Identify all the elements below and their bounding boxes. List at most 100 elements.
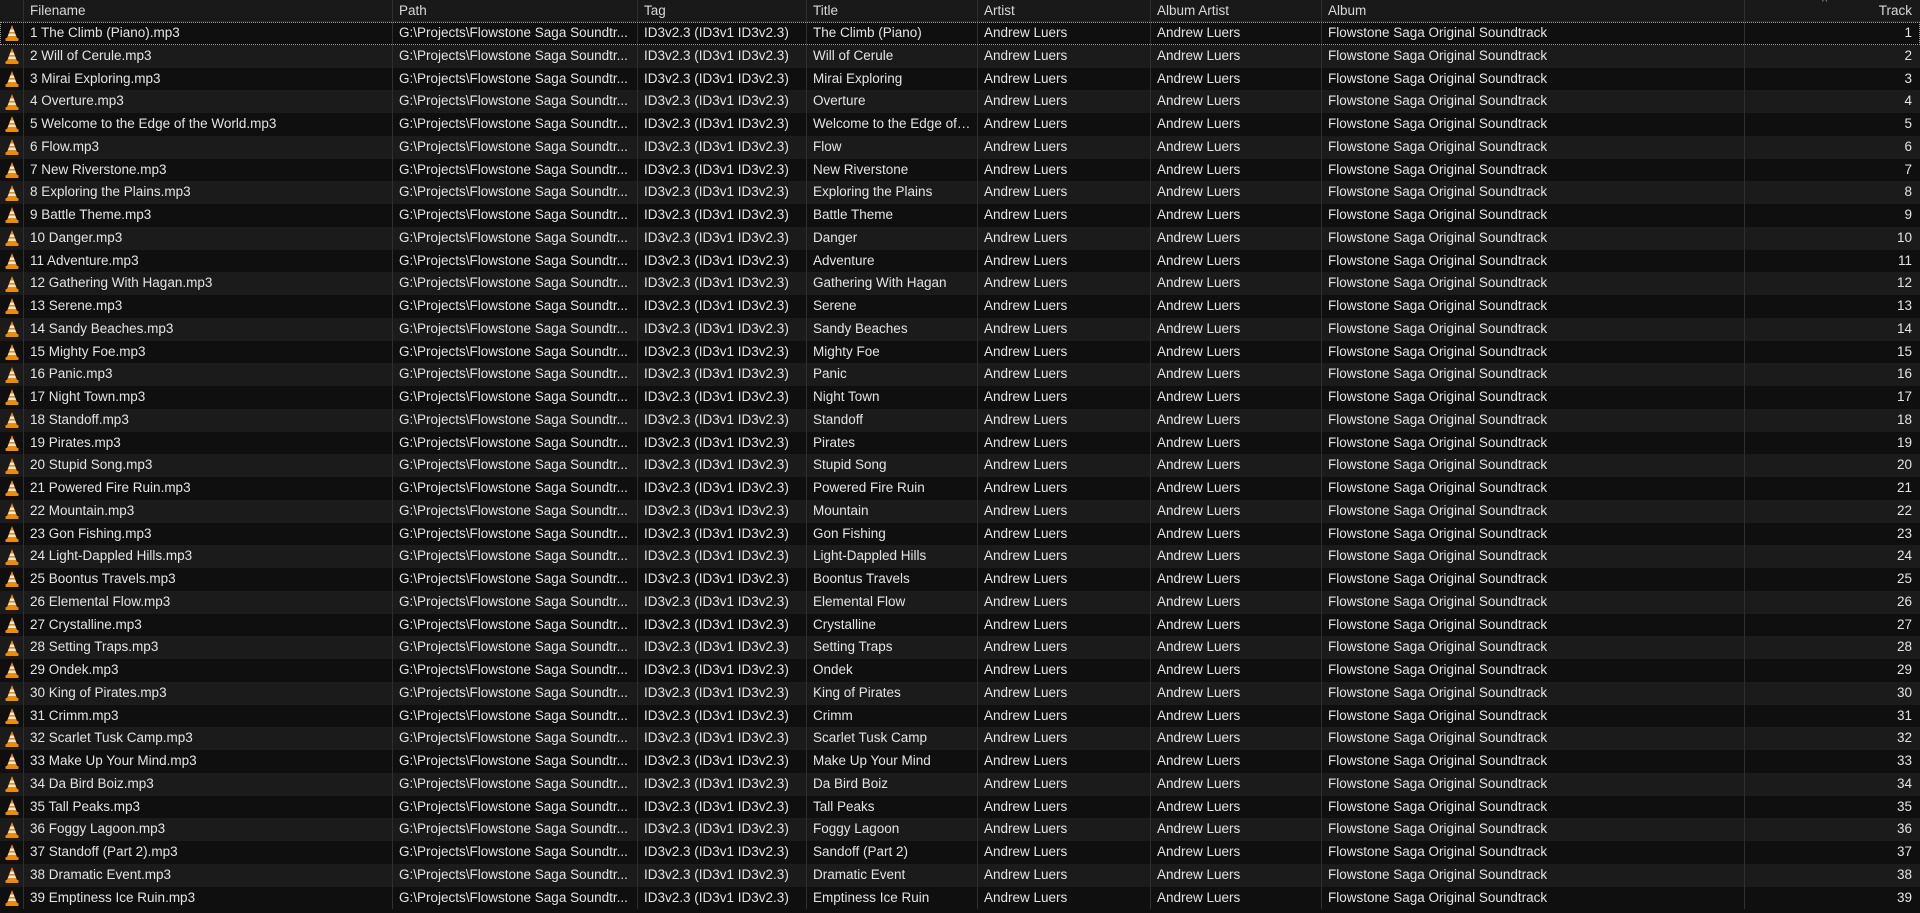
column-header-artist[interactable]: Artist [978, 0, 1151, 21]
table-row[interactable]: 5 Welcome to the Edge of the World.mp3 G:… [0, 113, 1920, 136]
table-row[interactable]: 19 Pirates.mp3 G:\Projects\Flowstone Saga… [0, 431, 1920, 455]
table-row[interactable]: 27 Crystalline.mp3 G:\Projects\Flowstone … [0, 613, 1920, 637]
table-row[interactable]: 29 Ondek.mp3 G:\Projects\Flowstone Saga S… [0, 659, 1920, 682]
table-row[interactable]: 31 Crimm.mp3 G:\Projects\Flowstone Saga S… [0, 704, 1920, 728]
vlc-cone-icon [0, 340, 24, 364]
vlc-cone-icon [0, 727, 24, 750]
table-row[interactable]: 9 Battle Theme.mp3 G:\Projects\Flowstone … [0, 204, 1920, 227]
table-row[interactable]: 37 Standoff (Part 2).mp3 G:\Projects\Flow… [0, 841, 1920, 864]
column-header-title[interactable]: Title [807, 0, 978, 21]
column-header-path[interactable]: Path [393, 0, 638, 21]
table-row[interactable]: 28 Setting Traps.mp3 G:\Projects\Flowston… [0, 636, 1920, 659]
table-row[interactable]: 23 Gon Fishing.mp3 G:\Projects\Flowstone … [0, 522, 1920, 546]
column-header-track[interactable]: Track [1745, 0, 1920, 21]
cell-album-artist: Andrew Luers [1151, 590, 1322, 614]
cell-track: 3 [1904, 70, 1912, 86]
cell-title: Crystalline [807, 613, 978, 637]
table-row[interactable]: 8 Exploring the Plains.mp3 G:\Projects\Fl… [0, 181, 1920, 204]
table-row[interactable]: 24 Light-Dappled Hills.mp3 G:\Projects\Fl… [0, 545, 1920, 568]
table-row[interactable]: 26 Elemental Flow.mp3 G:\Projects\Flowsto… [0, 590, 1920, 614]
column-header-album-artist[interactable]: Album Artist [1151, 0, 1322, 21]
table-row[interactable]: 15 Mighty Foe.mp3 G:\Projects\Flowstone S… [0, 340, 1920, 364]
cell-path: G:\Projects\Flowstone Saga Soundtr... [393, 727, 638, 750]
cell-title: Standoff [807, 408, 978, 432]
cell-album: Flowstone Saga Original Soundtrack [1322, 295, 1745, 318]
table-row[interactable]: 33 Make Up Your Mind.mp3 G:\Projects\Flow… [0, 750, 1920, 773]
table-row[interactable]: 22 Mountain.mp3 G:\Projects\Flowstone Sag… [0, 499, 1920, 523]
cell-artist: Andrew Luers [978, 590, 1151, 614]
cell-title: Flow [807, 135, 978, 159]
table-row[interactable]: 11 Adventure.mp3 G:\Projects\Flowstone Sa… [0, 249, 1920, 273]
cell-track: 37 [1896, 844, 1912, 859]
cell-title: Make Up Your Mind [807, 750, 978, 773]
column-header-filename[interactable]: Filename [24, 0, 393, 21]
cell-title: Mirai Exploring [807, 67, 978, 91]
table-row[interactable]: 3 Mirai Exploring.mp3 G:\Projects\Flowsto… [0, 67, 1920, 91]
column-header-tag[interactable]: Tag [638, 0, 807, 21]
table-row[interactable]: 38 Dramatic Event.mp3 G:\Projects\Flowsto… [0, 863, 1920, 887]
cell-path: G:\Projects\Flowstone Saga Soundtr... [393, 44, 638, 68]
table-row[interactable]: 39 Emptiness Ice Ruin.mp3 G:\Projects\Flo… [0, 886, 1920, 910]
table-row[interactable]: 12 Gathering With Hagan.mp3 G:\Projects\F… [0, 272, 1920, 295]
column-header-icon[interactable] [0, 0, 24, 21]
cell-filename: 20 Stupid Song.mp3 [24, 454, 393, 477]
cell-filename: 23 Gon Fishing.mp3 [24, 522, 393, 546]
cell-album: Flowstone Saga Original Soundtrack [1322, 272, 1745, 295]
cell-track: 18 [1896, 411, 1912, 427]
table-row[interactable]: 7 New Riverstone.mp3 G:\Projects\Flowston… [0, 158, 1920, 182]
cell-track: 26 [1896, 593, 1912, 609]
cell-album-artist: Andrew Luers [1151, 90, 1322, 113]
cell-tag: ID3v2.3 (ID3v1 ID3v2.3) [638, 363, 807, 386]
table-row[interactable]: 30 King of Pirates.mp3 G:\Projects\Flowst… [0, 681, 1920, 705]
table-row[interactable]: 4 Overture.mp3 G:\Projects\Flowstone Saga… [0, 90, 1920, 113]
table-row[interactable]: 25 Boontus Travels.mp3 G:\Projects\Flowst… [0, 568, 1920, 591]
cell-tag: ID3v2.3 (ID3v1 ID3v2.3) [638, 636, 807, 659]
cell-album-artist: Andrew Luers [1151, 886, 1322, 910]
cell-title: Pirates [807, 431, 978, 455]
table-row[interactable]: 14 Sandy Beaches.mp3 G:\Projects\Flowston… [0, 317, 1920, 341]
cell-artist: Andrew Luers [978, 67, 1151, 91]
cell-track: 21 [1896, 480, 1912, 495]
cell-artist: Andrew Luers [978, 522, 1151, 546]
table-row[interactable]: 20 Stupid Song.mp3 G:\Projects\Flowstone … [0, 454, 1920, 477]
table-row[interactable]: 2 Will of Cerule.mp3 G:\Projects\Flowston… [0, 44, 1920, 68]
table-row[interactable]: 34 Da Bird Boiz.mp3 G:\Projects\Flowstone… [0, 772, 1920, 796]
file-list-grid[interactable]: Filename Path Tag Title Artist Album Art… [0, 0, 1920, 910]
cell-filename: 31 Crimm.mp3 [24, 704, 393, 728]
vlc-cone-icon [0, 272, 24, 295]
vlc-cone-icon [0, 431, 24, 455]
cell-tag: ID3v2.3 (ID3v1 ID3v2.3) [638, 499, 807, 523]
table-row[interactable]: 6 Flow.mp3 G:\Projects\Flowstone Saga Sou… [0, 135, 1920, 159]
cell-track: 5 [1904, 116, 1912, 131]
cell-album: Flowstone Saga Original Soundtrack [1322, 363, 1745, 386]
cell-album-artist: Andrew Luers [1151, 477, 1322, 500]
cell-album: Flowstone Saga Original Soundtrack [1322, 772, 1745, 796]
cell-artist: Andrew Luers [978, 22, 1151, 45]
vlc-cone-icon [0, 249, 24, 273]
table-row[interactable]: 21 Powered Fire Ruin.mp3 G:\Projects\Flow… [0, 477, 1920, 500]
cell-artist: Andrew Luers [978, 90, 1151, 113]
cell-tag: ID3v2.3 (ID3v1 ID3v2.3) [638, 659, 807, 682]
table-row[interactable]: 36 Foggy Lagoon.mp3 G:\Projects\Flowstone… [0, 818, 1920, 841]
table-row[interactable]: 1 The Climb (Piano).mp3 G:\Projects\Flows… [0, 22, 1920, 45]
cell-title: Sandy Beaches [807, 317, 978, 341]
table-row[interactable]: 13 Serene.mp3 G:\Projects\Flowstone Saga … [0, 295, 1920, 318]
table-row[interactable]: 10 Danger.mp3 G:\Projects\Flowstone Saga … [0, 226, 1920, 250]
table-row[interactable]: 16 Panic.mp3 G:\Projects\Flowstone Saga S… [0, 363, 1920, 386]
cell-filename: 14 Sandy Beaches.mp3 [24, 317, 393, 341]
cell-title: Elemental Flow [807, 590, 978, 614]
table-row[interactable]: 17 Night Town.mp3 G:\Projects\Flowstone S… [0, 386, 1920, 409]
cell-track: 8 [1904, 184, 1912, 200]
vlc-cone-icon [0, 886, 24, 910]
table-row[interactable]: 32 Scarlet Tusk Camp.mp3 G:\Projects\Flow… [0, 727, 1920, 750]
cell-filename: 7 New Riverstone.mp3 [24, 158, 393, 182]
cell-tag: ID3v2.3 (ID3v1 ID3v2.3) [638, 272, 807, 295]
cell-album: Flowstone Saga Original Soundtrack [1322, 158, 1745, 182]
column-header-album[interactable]: Album [1322, 0, 1745, 21]
cell-filename: 2 Will of Cerule.mp3 [24, 44, 393, 68]
vlc-cone-icon [0, 295, 24, 318]
table-row[interactable]: 18 Standoff.mp3 G:\Projects\Flowstone Sag… [0, 408, 1920, 432]
cell-album-artist: Andrew Luers [1151, 295, 1322, 318]
cell-track: 36 [1896, 821, 1912, 837]
table-row[interactable]: 35 Tall Peaks.mp3 G:\Projects\Flowstone S… [0, 795, 1920, 819]
